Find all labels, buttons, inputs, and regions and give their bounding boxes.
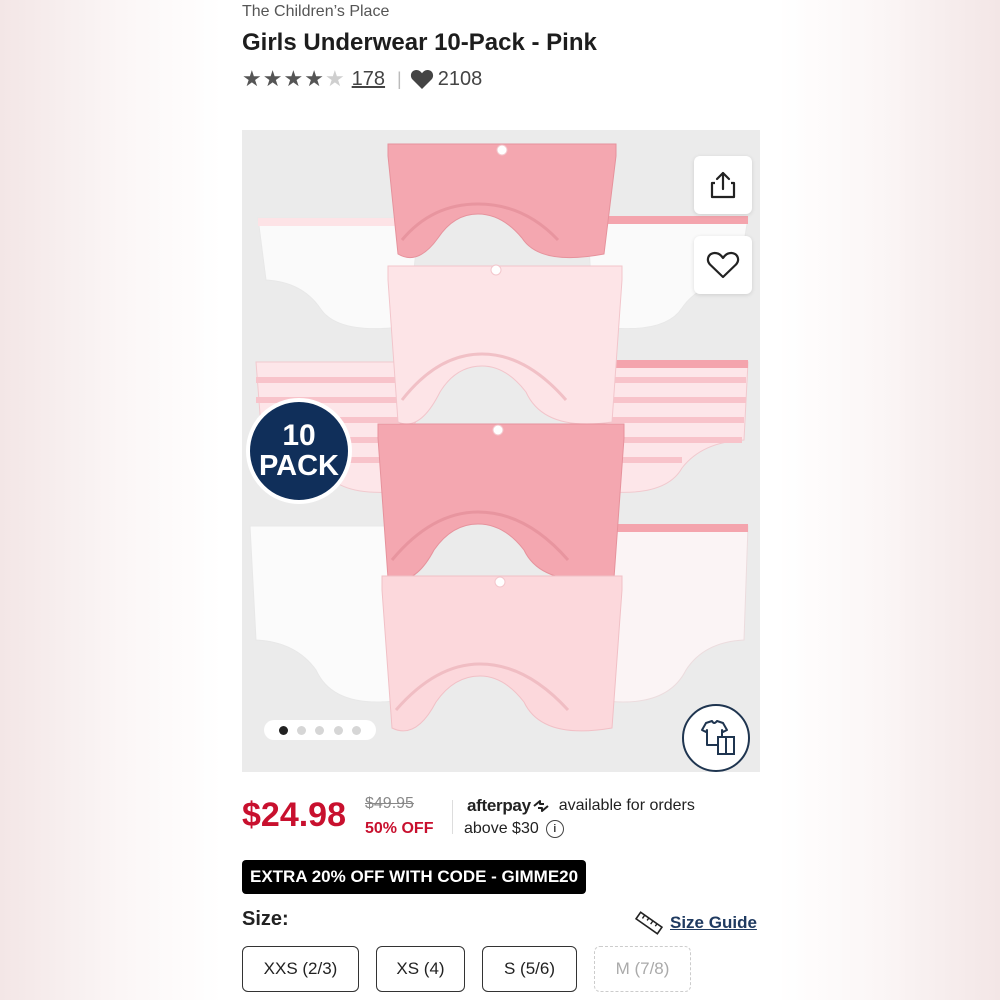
carousel-dot[interactable]: [333, 725, 343, 735]
afterpay-logo: afterpay: [467, 796, 551, 816]
product-panel: The Children’s Place Girls Underwear 10-…: [222, 0, 778, 1000]
share-button[interactable]: [694, 156, 752, 214]
afterpay-text: available for orders: [558, 797, 695, 814]
review-count-link[interactable]: 178: [352, 68, 385, 91]
afterpay-arrows-icon: [533, 800, 549, 812]
size-guide-label: Size Guide: [670, 913, 757, 932]
info-icon[interactable]: i: [545, 820, 564, 838]
sale-price: $24.98: [242, 796, 346, 834]
ruler-icon: [634, 911, 664, 935]
outfit-button[interactable]: [682, 704, 750, 772]
afterpay-threshold-text: above $30: [464, 820, 539, 837]
pack-badge: 10 PACK: [246, 398, 352, 504]
brief-center-3: [377, 423, 625, 581]
product-image-gallery[interactable]: 10 PACK: [242, 130, 760, 772]
afterpay-info: afterpay available for orders: [467, 796, 695, 816]
likes-count: 2108: [437, 67, 483, 90]
original-price: $49.95: [365, 795, 414, 812]
carousel-dot[interactable]: [351, 725, 361, 735]
size-option-m[interactable]: M (7/8): [594, 946, 691, 992]
brief-center-2: [387, 265, 623, 425]
heart-filled-icon: [410, 69, 433, 89]
carousel-dot[interactable]: [297, 725, 307, 735]
favorite-button[interactable]: [694, 236, 752, 294]
star-icon: ★: [262, 66, 283, 91]
carousel-dot[interactable]: [315, 725, 325, 735]
promo-banner: EXTRA 20% OFF WITH CODE - GIMME20: [242, 860, 587, 894]
star-rating[interactable]: ★ ★ ★ ★ ★: [242, 68, 346, 90]
divider: |: [397, 68, 402, 89]
carousel-dot[interactable]: [279, 725, 289, 735]
star-empty-icon: ★: [324, 66, 345, 91]
divider: [452, 800, 453, 834]
size-option-s[interactable]: S (5/6): [482, 946, 577, 992]
star-icon: ★: [283, 66, 304, 91]
discount-label: 50% OFF: [365, 820, 434, 837]
product-title: Girls Underwear 10-Pack - Pink: [242, 29, 597, 56]
size-option-xxs[interactable]: XXS (2/3): [242, 946, 359, 992]
size-guide-link[interactable]: Size Guide: [634, 910, 757, 936]
size-label: Size:: [242, 908, 289, 930]
rating-row: ★ ★ ★ ★ ★ 178 | 2108: [242, 64, 482, 94]
share-icon: [710, 171, 736, 199]
afterpay-threshold: above $30 i: [464, 820, 564, 838]
star-icon: ★: [242, 66, 262, 91]
heart-outline-icon: [706, 251, 740, 279]
star-icon: ★: [304, 66, 324, 91]
afterpay-logo-text: afterpay: [467, 796, 531, 815]
pack-badge-number: 10: [282, 419, 316, 452]
brief-center-4: [381, 575, 623, 732]
carousel-dots: [264, 720, 376, 740]
size-option-xs[interactable]: XS (4): [376, 946, 465, 992]
outfit-icon: [701, 720, 735, 755]
brand-name[interactable]: The Children’s Place: [242, 3, 389, 21]
pack-badge-word: PACK: [258, 450, 340, 482]
brief-center-1: [387, 143, 617, 259]
